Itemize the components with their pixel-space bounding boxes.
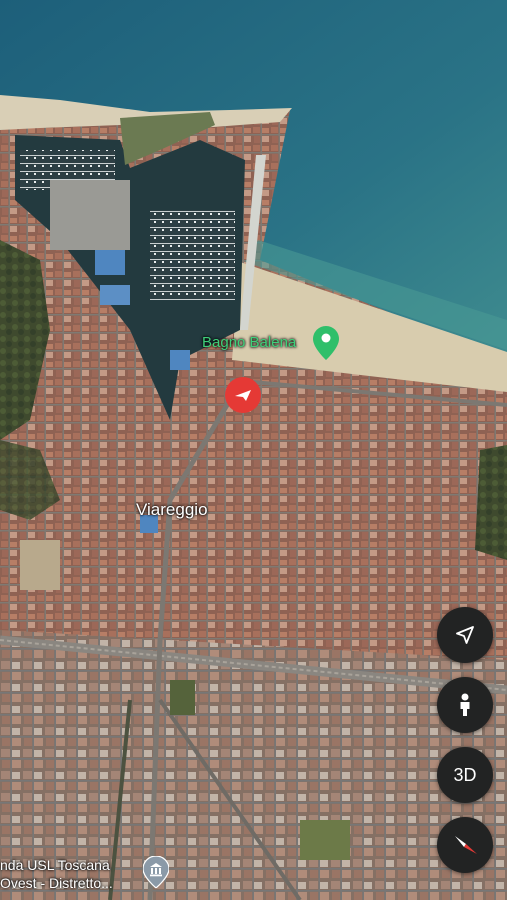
location-arrow-icon <box>225 377 261 413</box>
city-label: Viareggio <box>136 500 208 519</box>
three-d-label: 3D <box>453 764 477 785</box>
current-location-marker[interactable] <box>224 376 262 414</box>
satellite-map[interactable]: Bagno Balena Viareggio nda USL Toscana O… <box>0 0 507 900</box>
poi-pin[interactable] <box>313 326 339 360</box>
location-pin-icon <box>313 326 339 360</box>
museum-pin[interactable] <box>143 856 169 888</box>
pegman-icon <box>460 693 470 716</box>
bottom-place-label[interactable]: nda USL Toscana Ovest - Distretto... <box>0 856 113 892</box>
compass-icon <box>455 836 477 854</box>
bottom-place-line1: nda USL Toscana <box>0 857 110 873</box>
three-d-button[interactable]: 3D <box>437 747 493 803</box>
street-view-button[interactable] <box>437 677 493 733</box>
navigation-arrow-icon <box>456 626 474 644</box>
navigate-button[interactable] <box>437 607 493 663</box>
poi-label[interactable]: Bagno Balena <box>202 334 296 351</box>
compass-button[interactable] <box>437 817 493 873</box>
museum-icon <box>143 856 169 888</box>
satellite-imagery <box>0 0 507 900</box>
bottom-place-line2: Ovest - Distretto... <box>0 875 113 891</box>
